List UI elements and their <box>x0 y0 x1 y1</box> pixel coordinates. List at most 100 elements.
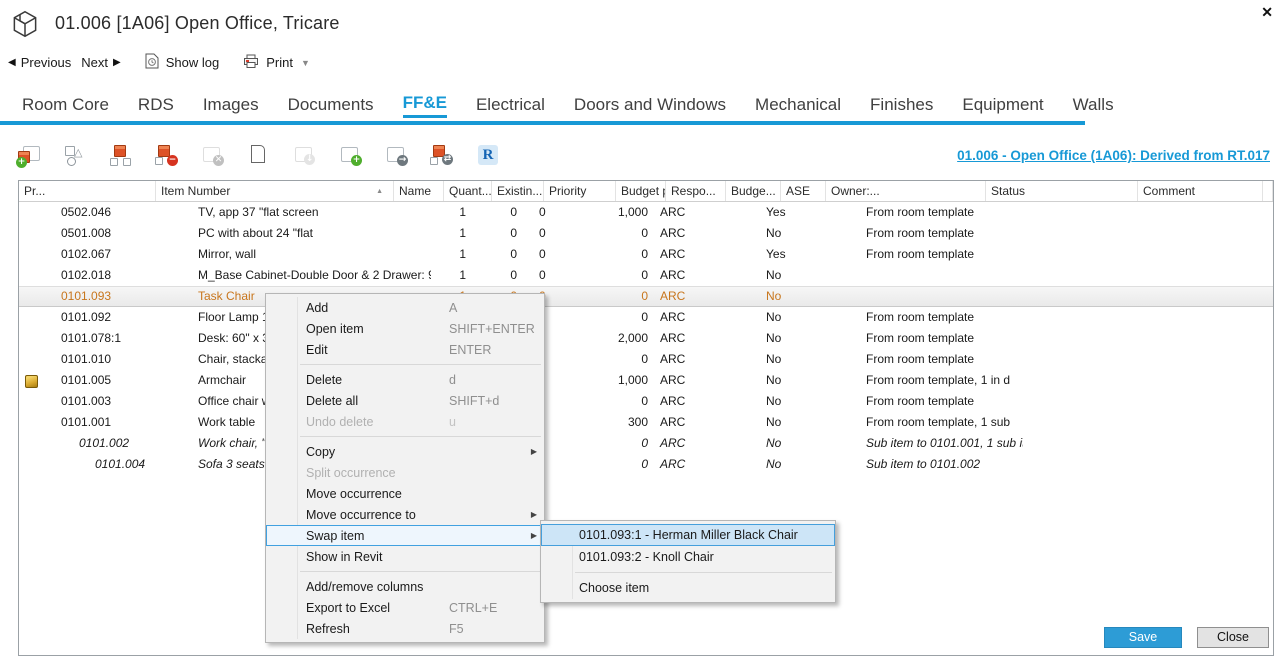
context-menu-item[interactable]: Copy ▶ <box>266 441 544 462</box>
previous-button[interactable]: ◀ Previous <box>8 55 71 70</box>
tab[interactable]: FF&E <box>403 93 447 118</box>
close-icon[interactable]: ✕ <box>1261 4 1273 21</box>
column-header[interactable]: ASE ▲ <box>781 181 826 201</box>
cell-comment <box>1023 433 1175 454</box>
cell-filler <box>1175 349 1273 370</box>
cell-owner <box>818 433 863 454</box>
tab[interactable]: RDS <box>138 95 174 117</box>
next-button[interactable]: Next ▶ <box>81 55 120 70</box>
cell-comment <box>1023 349 1175 370</box>
tab-label: Doors and Windows <box>574 95 726 114</box>
tab[interactable]: Finishes <box>870 95 933 117</box>
cell-filler <box>1175 286 1273 307</box>
tab[interactable]: Mechanical <box>755 95 841 117</box>
column-header[interactable]: Comment ▲ <box>1138 181 1263 201</box>
column-header-label: Budget price <box>621 184 666 198</box>
cell-budget-price: 0 <box>581 307 653 328</box>
tab[interactable]: Equipment <box>962 95 1043 117</box>
table-row[interactable]: 0102.067 Mirror, wall 1 0 0 0 ARC Yes Fr… <box>19 244 1273 265</box>
column-header[interactable]: Name ▲ <box>394 181 444 201</box>
context-menu-item[interactable]: Add A ▶ <box>266 297 544 318</box>
table-row[interactable]: 0101.002 Work chair, "balance" 0 ARC No … <box>19 433 1273 454</box>
context-menu-item[interactable]: Edit ENTER ▶ <box>266 339 544 360</box>
revit-icon[interactable]: R <box>476 142 502 170</box>
cell-status: From room template <box>863 223 1023 244</box>
column-header[interactable]: Pr... ▲ <box>19 181 156 201</box>
tab-bar: Room Core RDS Images Documents FF&E Elec… <box>0 90 1283 121</box>
submenu-item[interactable]: 0101.093:2 - Knoll Chair <box>541 546 835 568</box>
context-menu-item[interactable]: Export to Excel CTRL+E ▶ <box>266 597 544 618</box>
show-log-button[interactable]: Show log <box>145 53 219 72</box>
context-menu-item[interactable]: Refresh F5 ▶ <box>266 618 544 639</box>
tab[interactable]: Electrical <box>476 95 545 117</box>
column-header[interactable]: Quant... ▲ <box>444 181 492 201</box>
add-item-with-box-icon[interactable]: + <box>16 142 42 170</box>
table-row[interactable]: 0101.093 Task Chair 1 0 0 0 ARC No <box>19 286 1273 307</box>
column-header[interactable]: Budge... ▲ <box>726 181 781 201</box>
table-row[interactable]: 0102.018 M_Base Cabinet-Double Door & 2 … <box>19 265 1273 286</box>
cell-budget-price: 2,000 <box>581 328 653 349</box>
next-label: Next <box>81 55 108 70</box>
item-hierarchy-icon[interactable] <box>108 142 134 170</box>
box-add-icon[interactable]: + <box>338 142 364 170</box>
shapes-icon[interactable]: △ <box>62 142 88 170</box>
context-menu-item[interactable]: Show in Revit ▶ <box>266 546 544 567</box>
print-button[interactable]: Print ▼ <box>243 54 310 72</box>
context-menu-item[interactable]: Open item SHIFT+ENTER ▶ <box>266 318 544 339</box>
column-header[interactable]: Owner:... ▲ <box>826 181 986 201</box>
column-header[interactable]: Existin... ▲ <box>492 181 544 201</box>
cell-name: PC with about 24 "flat <box>193 223 431 244</box>
document-icon[interactable] <box>246 142 272 170</box>
menu-item-shortcut: CTRL+E <box>449 601 497 615</box>
menu-item-label: Move occurrence <box>306 487 402 501</box>
table-row[interactable]: 0101.005 Armchair 1,000 ARC No From room… <box>19 370 1273 391</box>
menu-item-label: Show in Revit <box>306 550 382 564</box>
menu-item-shortcut: A <box>449 301 457 315</box>
column-header[interactable]: Item Number ▲ <box>156 181 394 201</box>
context-menu-item[interactable]: Swap item ▶ <box>266 525 544 546</box>
submenu-item[interactable]: 0101.093:1 - Herman Miller Black Chair <box>541 524 835 546</box>
context-menu-item[interactable]: Split occurrence ▶ <box>266 462 544 483</box>
cell-item-number: 0102.067 <box>56 244 193 265</box>
submenu-item[interactable]: Choose item <box>541 577 835 599</box>
table-row[interactable]: 0101.092 Floor Lamp 1: 150 w 0 ARC No Fr… <box>19 307 1273 328</box>
tab[interactable]: Room Core <box>22 95 109 117</box>
table-row[interactable]: 0501.008 PC with about 24 "flat 1 0 0 0 … <box>19 223 1273 244</box>
cell-owner <box>818 265 863 286</box>
menu-item-shortcut: ENTER <box>449 343 491 357</box>
save-button[interactable]: Save <box>1104 627 1182 648</box>
cell-item-number: 0102.018 <box>56 265 193 286</box>
close-button[interactable]: Close <box>1197 627 1269 648</box>
tab[interactable]: Documents <box>288 95 374 117</box>
table-row[interactable]: 0101.078:1 Desk: 60" x 30" (Lef 2,000 AR… <box>19 328 1273 349</box>
context-menu-item[interactable]: Move occurrence to ▶ <box>266 504 544 525</box>
table-row[interactable]: 0101.004 Sofa 3 seats 0 ARC No Sub item … <box>19 454 1273 475</box>
context-menu-item[interactable]: Undo delete u ▶ <box>266 411 544 432</box>
page-title: 01.006 [1A06] Open Office, Tricare <box>55 13 340 34</box>
tab-label: FF&E <box>403 93 447 112</box>
context-menu-item[interactable]: Delete d ▶ <box>266 369 544 390</box>
box-move-icon[interactable]: → <box>384 142 410 170</box>
cell-quantity: 1 <box>431 265 481 286</box>
table-row[interactable]: 0502.046 TV, app 37 "flat screen 1 0 0 1… <box>19 202 1273 223</box>
tab[interactable]: Doors and Windows <box>574 95 726 117</box>
column-header[interactable]: Priority ▲ <box>544 181 616 201</box>
swap-occurrence-icon[interactable]: ⇄ <box>430 142 456 170</box>
column-header[interactable]: Budget price ▲ <box>616 181 666 201</box>
table-row[interactable]: 0101.010 Chair, stackable 0 ARC No From … <box>19 349 1273 370</box>
context-menu-item[interactable]: Delete all SHIFT+d ▶ <box>266 390 544 411</box>
table-row[interactable]: 0101.001 Work table 300 ARC No From room… <box>19 412 1273 433</box>
cell-ase: No <box>763 454 818 475</box>
cell-comment <box>1023 454 1175 475</box>
column-header[interactable]: Respo... ▲ <box>666 181 726 201</box>
context-menu-item[interactable]: Move occurrence ▶ <box>266 483 544 504</box>
derived-from-template-link[interactable]: 01.006 - Open Office (1A06): Derived fro… <box>957 148 1270 163</box>
tab[interactable]: Walls <box>1073 95 1114 117</box>
table-row[interactable]: 0101.003 Office chair with arm 0 ARC No … <box>19 391 1273 412</box>
cell-status <box>863 286 1023 307</box>
tab[interactable]: Images <box>203 95 259 117</box>
remove-occurrence-icon[interactable]: − <box>154 142 180 170</box>
column-header[interactable]: ▲ <box>1263 181 1273 201</box>
context-menu-item[interactable]: Add/remove columns ▶ <box>266 576 544 597</box>
column-header[interactable]: Status ▲ <box>986 181 1138 201</box>
